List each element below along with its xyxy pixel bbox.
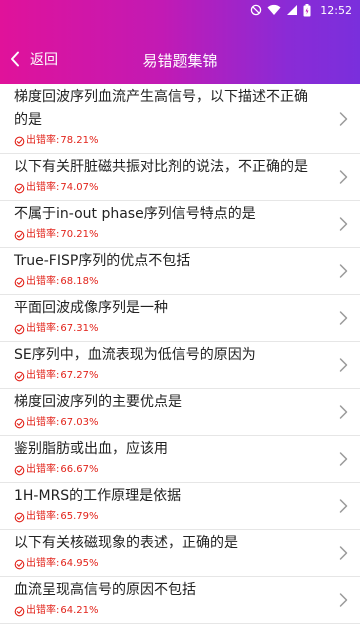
chevron-right-icon [339,217,348,231]
error-rate: 出错率: 67.03% [14,415,320,431]
question-item[interactable]: 以下有关肝脏磁共振对比剂的说法，不正确的是 出错率: 74.07% [0,154,360,201]
question-text: 梯度回波序列血流产生高信号，以下描述不正确的是 [14,89,308,128]
question-text: True-FISP序列的优点不包括 [14,253,191,269]
question-text: 以下有关肝脏磁共振对比剂的说法，不正确的是 [14,159,308,175]
error-rate-prefix: 出错率: [26,182,60,193]
error-rate: 出错率: 66.67% [14,462,320,478]
error-rate-icon [14,230,25,240]
error-rate: 出错率: 70.21% [14,227,320,243]
error-rate: 出错率: 74.07% [14,180,320,196]
error-rate: 出错率: 78.21% [14,133,320,149]
error-rate: 出错率: 65.79% [14,509,320,525]
chevron-right-icon [339,546,348,560]
question-list: 梯度回波序列血流产生高信号，以下描述不正确的是 出错率: 78.21% 以下有关肝… [0,84,360,640]
error-rate-prefix: 出错率: [26,276,60,287]
page-title: 易错题集锦 [142,52,218,70]
question-text: 1H-MRS的工作原理是依据 [14,488,182,504]
error-rate-value: 70.21% [60,229,99,240]
question-text: SE序列中，血流表现为低信号的原因为 [14,347,256,363]
wifi-icon [267,4,281,15]
error-rate: 出错率: 67.31% [14,321,320,337]
error-rate-value: 67.27% [60,370,99,381]
error-rate-value: 64.21% [60,605,99,616]
error-rate-icon [14,324,25,334]
error-rate-icon [14,465,25,475]
error-rate-icon [14,606,25,616]
question-text: 平面回波成像序列是一种 [14,300,168,316]
error-rate-value: 67.31% [60,323,99,334]
question-item[interactable]: 鉴别脂肪或出血，应该用 出错率: 66.67% [0,436,360,483]
error-rate-icon [14,371,25,381]
error-rate-value: 67.03% [60,417,99,428]
chevron-right-icon [339,170,348,184]
error-rate-icon [14,136,25,146]
error-rate-value: 64.95% [60,558,99,569]
chevron-right-icon [339,499,348,513]
question-text: 以下有关核磁现象的表述，正确的是 [14,535,238,551]
question-text: 血流呈现高信号的原因不包括 [14,582,196,598]
error-rate-prefix: 出错率: [26,323,60,334]
error-rate-icon [14,183,25,193]
error-rate: 出错率: 64.21% [14,603,320,619]
question-item[interactable]: 不属于in-out phase序列信号特点的是 出错率: 70.21% [0,201,360,248]
error-rate-icon [14,277,25,287]
do-not-disturb-icon [251,4,262,16]
error-rate: 出错率: 67.27% [14,368,320,384]
error-rate-icon [14,512,25,522]
question-item[interactable]: SE序列中，血流表现为低信号的原因为 出错率: 67.27% [0,342,360,389]
error-rate-prefix: 出错率: [26,135,60,146]
error-rate-value: 66.67% [60,464,99,475]
chevron-right-icon [339,593,348,607]
chevron-right-icon [339,405,348,419]
error-rate-icon [14,418,25,428]
chevron-right-icon [339,358,348,372]
question-item[interactable]: 梯度回波序列血流产生高信号，以下描述不正确的是 出错率: 78.21% [0,84,360,154]
question-item[interactable]: True-FISP序列的优点不包括 出错率: 68.18% [0,248,360,295]
question-text: 不属于in-out phase序列信号特点的是 [14,206,256,222]
battery-icon [303,3,311,16]
chevron-right-icon [339,311,348,325]
question-item[interactable]: 梯度回波序列的主要优点是 出错率: 67.03% [0,389,360,436]
error-rate: 出错率: 68.18% [14,274,320,290]
chevron-right-icon [339,452,348,466]
error-rate-prefix: 出错率: [26,605,60,616]
chevron-right-icon [339,264,348,278]
question-item[interactable]: 1H-MRS的工作原理是依据 出错率: 65.79% [0,483,360,530]
error-rate-prefix: 出错率: [26,511,60,522]
status-time: 12:52 [320,3,352,17]
question-text: 鉴别脂肪或出血，应该用 [14,441,168,457]
error-rate-value: 74.07% [60,182,99,193]
error-rate-icon [14,559,25,569]
question-item[interactable]: 血流呈现高信号的原因不包括 出错率: 64.21% [0,577,360,624]
signal-icon [287,5,298,15]
error-rate-value: 68.18% [60,276,99,287]
error-rate-prefix: 出错率: [26,370,60,381]
error-rate: 出错率: 64.95% [14,556,320,572]
error-rate-prefix: 出错率: [26,417,60,428]
chevron-right-icon [339,111,348,126]
app-bar: 返回 易错题集锦 [0,20,360,84]
error-rate-prefix: 出错率: [26,229,60,240]
question-text: 梯度回波序列的主要优点是 [14,394,182,410]
status-bar: 12:52 [0,0,360,20]
error-rate-value: 65.79% [60,511,99,522]
error-rate-prefix: 出错率: [26,558,60,569]
question-item[interactable]: 以下有关核磁现象的表述，正确的是 出错率: 64.95% [0,530,360,577]
error-rate-prefix: 出错率: [26,464,60,475]
question-item[interactable]: 平面回波成像序列是一种 出错率: 67.31% [0,295,360,342]
error-rate-value: 78.21% [60,135,99,146]
